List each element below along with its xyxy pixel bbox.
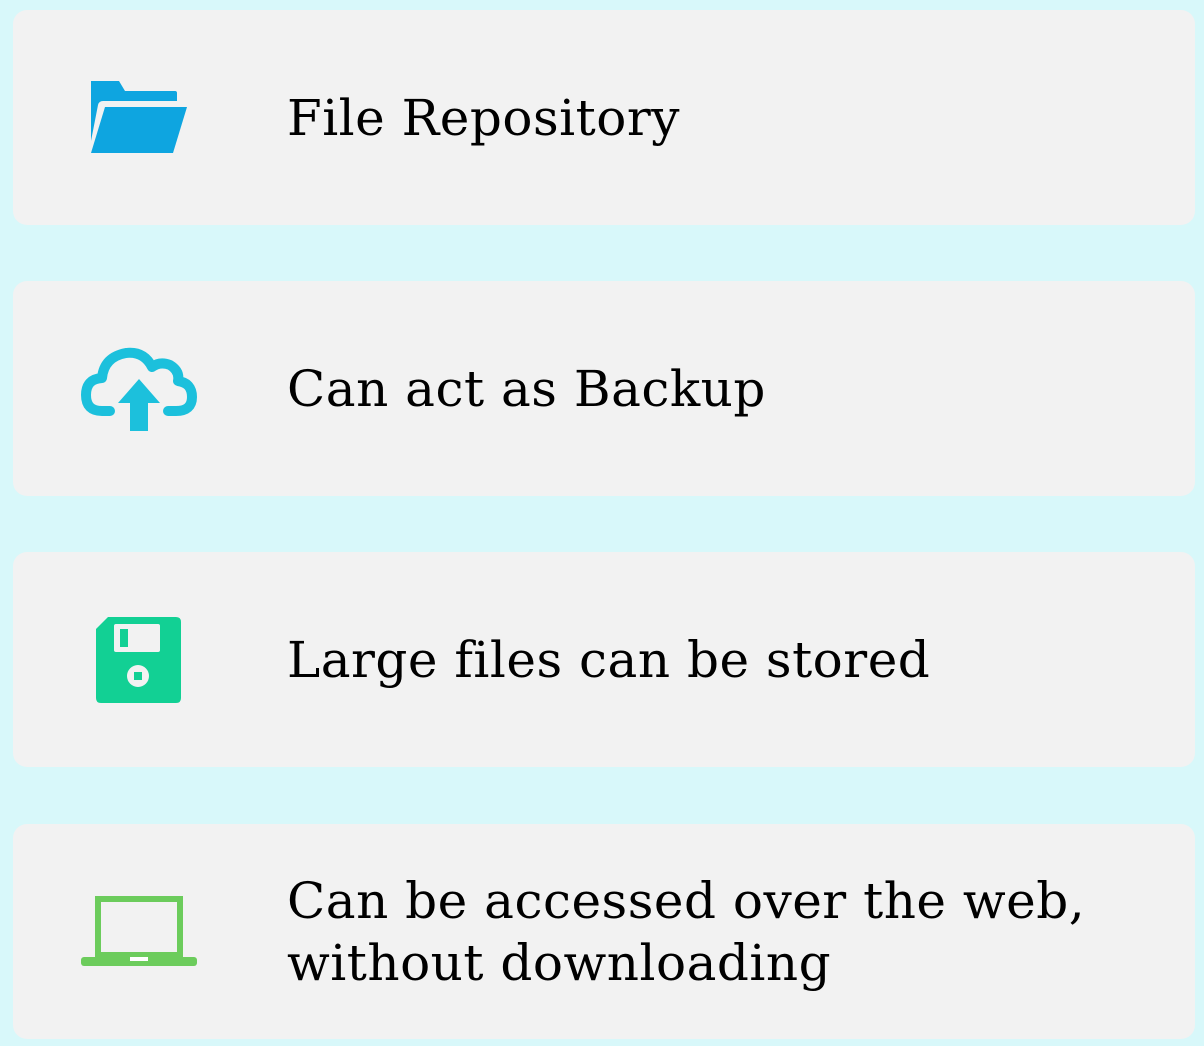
feature-card-large-files: Large files can be stored xyxy=(13,552,1195,767)
floppy-disk-icon xyxy=(79,610,199,710)
laptop-icon xyxy=(79,882,199,982)
feature-card-file-repository: File Repository xyxy=(13,10,1195,225)
feature-label: Can act as Backup xyxy=(287,359,766,418)
cloud-upload-icon xyxy=(79,339,199,439)
feature-card-web-access: Can be accessed over the web, without do… xyxy=(13,824,1195,1039)
folder-icon xyxy=(79,68,199,168)
feature-card-backup: Can act as Backup xyxy=(13,281,1195,496)
feature-label: File Repository xyxy=(287,88,680,147)
feature-label: Large files can be stored xyxy=(287,630,931,689)
feature-label: Can be accessed over the web, without do… xyxy=(287,871,1086,992)
